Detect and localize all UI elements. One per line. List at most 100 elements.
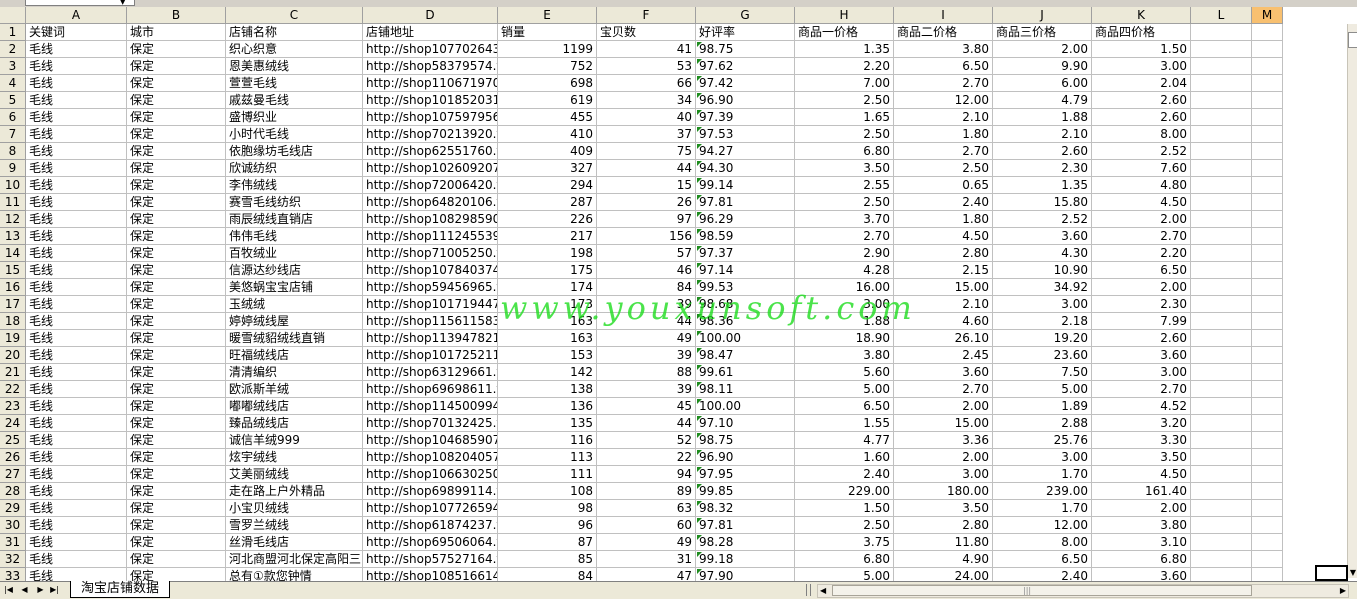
table-cell[interactable]: http://shop110671970.ta xyxy=(363,75,498,92)
table-cell[interactable]: 4.80 xyxy=(1092,177,1191,194)
table-cell[interactable]: 毛线 xyxy=(26,245,127,262)
table-cell[interactable]: 2.50 xyxy=(795,126,894,143)
table-cell[interactable]: 98.11 xyxy=(696,381,795,398)
table-cell[interactable]: 2.52 xyxy=(993,211,1092,228)
table-cell[interactable]: 3.36 xyxy=(894,432,993,449)
table-cell[interactable] xyxy=(1252,449,1283,466)
table-cell[interactable]: 97.81 xyxy=(696,194,795,211)
table-cell[interactable] xyxy=(1191,109,1252,126)
table-cell[interactable]: 15.00 xyxy=(894,415,993,432)
table-cell[interactable]: 盛博织业 xyxy=(226,109,363,126)
table-cell[interactable]: 39 xyxy=(597,296,696,313)
row-header[interactable]: 15 xyxy=(0,262,26,279)
table-cell[interactable] xyxy=(1191,398,1252,415)
table-cell[interactable]: 15 xyxy=(597,177,696,194)
tab-split-handle[interactable] xyxy=(806,584,811,596)
table-cell[interactable]: 2.00 xyxy=(894,449,993,466)
table-cell[interactable]: 3.60 xyxy=(894,364,993,381)
table-cell[interactable] xyxy=(1252,143,1283,160)
table-cell[interactable]: 毛线 xyxy=(26,500,127,517)
table-cell[interactable]: 臻品绒线店 xyxy=(226,415,363,432)
table-cell[interactable]: 毛线 xyxy=(26,381,127,398)
table-cell[interactable]: http://shop108204057.ta xyxy=(363,449,498,466)
table-cell[interactable]: 96.90 xyxy=(696,449,795,466)
table-cell[interactable]: 0.65 xyxy=(894,177,993,194)
table-cell[interactable]: 2.90 xyxy=(795,245,894,262)
row-header[interactable]: 4 xyxy=(0,75,26,92)
table-header-cell[interactable]: 销量 xyxy=(498,24,597,41)
vertical-scrollbar[interactable]: ▼ xyxy=(1347,24,1357,578)
column-header-g[interactable]: G xyxy=(696,7,795,24)
table-cell[interactable]: 752 xyxy=(498,58,597,75)
table-cell[interactable]: 52 xyxy=(597,432,696,449)
table-cell[interactable] xyxy=(1252,75,1283,92)
table-cell[interactable]: 毛线 xyxy=(26,126,127,143)
table-cell[interactable]: http://shop107726594.ta xyxy=(363,500,498,517)
table-cell[interactable] xyxy=(1191,466,1252,483)
table-cell[interactable]: 3.00 xyxy=(1092,58,1191,75)
table-cell[interactable]: 保定 xyxy=(127,415,226,432)
table-cell[interactable]: 116 xyxy=(498,432,597,449)
row-header[interactable]: 1 xyxy=(0,24,26,41)
table-cell[interactable]: 保定 xyxy=(127,92,226,109)
table-cell[interactable]: 保定 xyxy=(127,126,226,143)
table-cell[interactable]: http://shop111245539.ta xyxy=(363,228,498,245)
table-cell[interactable]: 4.79 xyxy=(993,92,1092,109)
table-cell[interactable] xyxy=(1252,483,1283,500)
table-cell[interactable]: 327 xyxy=(498,160,597,177)
table-cell[interactable]: 6.00 xyxy=(993,75,1092,92)
row-header[interactable]: 30 xyxy=(0,517,26,534)
table-header-cell[interactable]: 店铺地址 xyxy=(363,24,498,41)
table-cell[interactable]: 63 xyxy=(597,500,696,517)
row-header[interactable]: 3 xyxy=(0,58,26,75)
table-cell[interactable]: 3.20 xyxy=(1092,415,1191,432)
table-cell[interactable]: 100.00 xyxy=(696,330,795,347)
table-cell[interactable] xyxy=(1252,279,1283,296)
table-cell[interactable]: 88 xyxy=(597,364,696,381)
column-header-b[interactable]: B xyxy=(127,7,226,24)
table-cell[interactable]: 1.70 xyxy=(993,500,1092,517)
table-cell[interactable]: 97.95 xyxy=(696,466,795,483)
table-cell[interactable] xyxy=(1252,415,1283,432)
table-cell[interactable]: 旺福绒线店 xyxy=(226,347,363,364)
table-cell[interactable]: 2.40 xyxy=(795,466,894,483)
table-cell[interactable]: 3.70 xyxy=(795,211,894,228)
table-cell[interactable]: 180.00 xyxy=(894,483,993,500)
table-cell[interactable]: 98.75 xyxy=(696,432,795,449)
table-cell[interactable]: http://shop72006420.tac xyxy=(363,177,498,194)
table-cell[interactable]: 22 xyxy=(597,449,696,466)
table-cell[interactable]: 毛线 xyxy=(26,347,127,364)
table-cell[interactable] xyxy=(1191,143,1252,160)
table-cell[interactable]: 毛线 xyxy=(26,194,127,211)
table-cell[interactable]: http://shop69506064.tac xyxy=(363,534,498,551)
table-cell[interactable]: 毛线 xyxy=(26,160,127,177)
name-box[interactable] xyxy=(25,0,135,6)
table-cell[interactable]: 99.14 xyxy=(696,177,795,194)
dropdown-arrow-icon[interactable]: ▼ xyxy=(120,0,125,6)
table-cell[interactable]: 毛线 xyxy=(26,551,127,568)
table-cell[interactable] xyxy=(1252,41,1283,58)
table-cell[interactable]: 98.32 xyxy=(696,500,795,517)
row-header[interactable]: 9 xyxy=(0,160,26,177)
first-sheet-icon[interactable]: |◀ xyxy=(3,584,14,596)
scroll-right-arrow-icon[interactable]: ▶ xyxy=(1340,585,1346,597)
table-cell[interactable]: 毛线 xyxy=(26,466,127,483)
table-cell[interactable]: http://shop70132425.tac xyxy=(363,415,498,432)
table-cell[interactable] xyxy=(1252,364,1283,381)
table-cell[interactable]: 3.00 xyxy=(1092,364,1191,381)
table-cell[interactable] xyxy=(1191,296,1252,313)
table-cell[interactable]: 保定 xyxy=(127,41,226,58)
table-cell[interactable]: http://shop70213920.tac xyxy=(363,126,498,143)
table-cell[interactable]: 河北商盟河北保定高阳三 xyxy=(226,551,363,568)
table-cell[interactable]: 26.10 xyxy=(894,330,993,347)
table-cell[interactable]: 毛线 xyxy=(26,398,127,415)
table-header-cell[interactable]: 商品四价格 xyxy=(1092,24,1191,41)
table-cell[interactable]: 1199 xyxy=(498,41,597,58)
table-cell[interactable]: 2.00 xyxy=(894,398,993,415)
table-cell[interactable]: 8.00 xyxy=(993,534,1092,551)
table-cell[interactable]: 2.18 xyxy=(993,313,1092,330)
table-cell[interactable]: 走在路上户外精品 xyxy=(226,483,363,500)
row-header[interactable]: 20 xyxy=(0,347,26,364)
table-cell[interactable]: http://shop63129661.tac xyxy=(363,364,498,381)
table-header-cell[interactable]: 好评率 xyxy=(696,24,795,41)
